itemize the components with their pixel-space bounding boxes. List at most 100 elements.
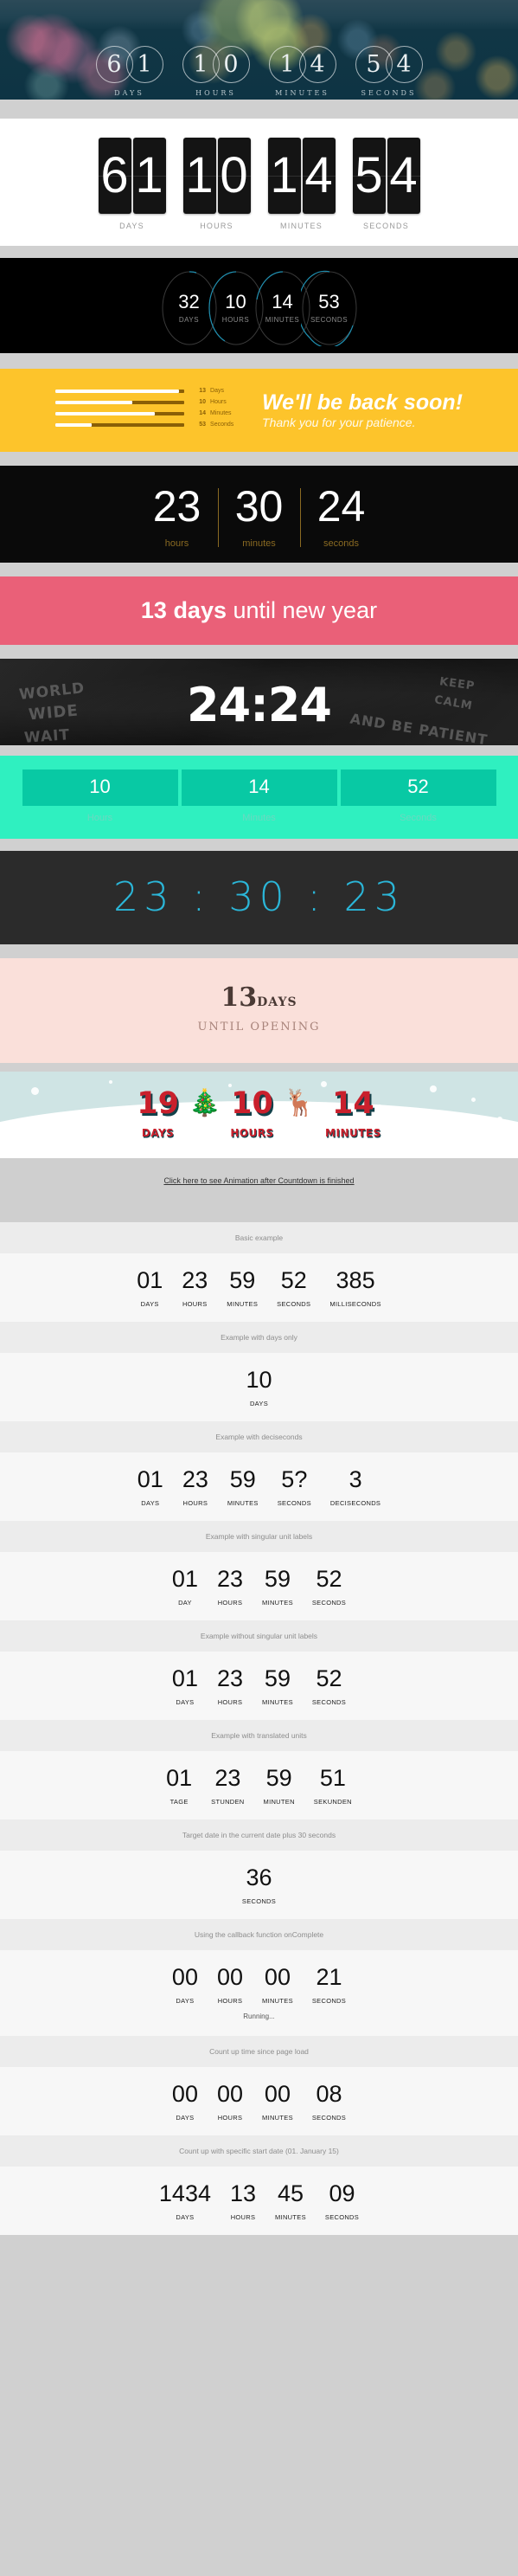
hero-minutes-digits: 1 4 [259,46,346,83]
hero-days-digits: 6 1 [86,46,173,83]
demo-label: SECONDS [311,1698,347,1706]
hero-countdown-row: 6 1 DAYS 1 0 HOURS 1 4 MINUTES 5 4 SECON… [0,46,518,97]
maintenance-message: We'll be back soon! Thank you for your p… [262,390,463,430]
demo-unit: 23 STUNDEN [211,1767,244,1806]
demo-countdown: 10 DAYS [0,1353,518,1421]
demo-label: MINUTES [262,1997,293,2005]
ring-text: 53 SECONDS [301,270,358,346]
flip-digit: 1 [270,147,298,203]
demo-unit: 00 DAYS [171,1964,198,2006]
flip-cards: 6 1 [98,138,167,214]
demo-unit: 59 MINUTES [227,1466,259,1508]
demo-row: 00 DAYS 00 HOURS 00 MINUTES 21 SECONDS [0,1964,518,2006]
demo-title: Example with deciseconds [0,1421,518,1452]
progress-fill [55,422,92,427]
demo-unit: 08 SECONDS [312,2083,346,2122]
demo-unit: 52 SECONDS [312,1568,346,1607]
divider [0,452,518,466]
flip-digit: 1 [185,147,214,203]
demo-label: SECONDS [311,1599,347,1607]
demo-unit: 21 SECONDS [312,1964,346,2006]
flip-card: 5 [352,138,386,214]
countdown-maintenance-yellow: 13 Days 10 Hours 14 Minutes 53 Seconds W… [0,369,518,452]
animation-link[interactable]: Click here to see Animation after Countd… [163,1176,354,1185]
ring-label: SECONDS [310,316,349,324]
rings-row: 32 DAYS 10 HOURS 14 MINUTES 53 SECONDS [0,258,518,346]
demo-label: SECONDS [324,2213,360,2221]
demo-title: Example with days only [0,1322,518,1353]
hero-digit: 1 [125,46,163,83]
flip-unit-seconds: 5 4 SECONDS [352,138,421,230]
thin-unit-hours: 23 hours [136,485,218,549]
demo-value: 45 [277,2180,304,2206]
demo-row: 36 SECONDS [0,1866,518,1906]
demo-countdown: 00 DAYS 00 HOURS 00 MINUTES 08 SECONDS [0,2067,518,2135]
teal-unit-minutes: 14 Minutes [181,770,337,823]
xmas-label: HOURS [230,1127,274,1139]
demo-row: 01 TAGE 23 STUNDEN 59 MINUTEN 51 SEKUNDEN [0,1767,518,1806]
teal-row: 10 Hours 14 Minutes 52 Seconds [0,770,518,823]
demo-label: DAYS [176,2213,195,2221]
demo-label: DAYS [140,1300,159,1308]
hero-unit-minutes: 1 4 MINUTES [259,46,346,97]
thin-value: 30 [234,482,284,531]
demo-label: HOURS [230,2213,256,2221]
snowflake [108,1080,112,1084]
demo-value: 59 [264,1665,291,1691]
demo-label: DAY [178,1599,192,1607]
demo-value: 52 [280,1267,307,1293]
divider [0,839,518,851]
progress-label: Hours [210,399,227,405]
pink-banner-text: 13 days until new year [0,597,518,624]
divider [0,645,518,659]
demo-unit: 01 DAYS [137,1468,163,1508]
teal-box: 52 [340,770,496,806]
demo-unit: 01 DAYS [137,1269,163,1309]
demo-unit: 52 SECONDS [311,1667,347,1707]
divider [0,100,518,119]
demo-value: 00 [171,1964,198,1990]
demo-label: MINUTES [227,1499,259,1507]
progress-value: 53 [199,422,207,428]
demo-label: DAYS [176,1698,195,1706]
progress-row-seconds: 53 Seconds [55,422,250,428]
demo-title: Count up with specific start date (01. J… [0,2135,518,2167]
progress-track [55,411,185,415]
demo-value: 59 [265,1765,292,1791]
progress-track [55,389,185,393]
demo-countdown: 01 DAYS 23 HOURS 59 MINUTES 52 SECONDS [0,1652,518,1720]
flip-digit: 4 [389,147,418,203]
demo-value: 21 [316,1964,342,1990]
hero-label-minutes: MINUTES [275,89,329,97]
demo-unit: 45 MINUTES [275,2180,306,2222]
thin-label: hours [164,538,189,549]
progress-row-days: 13 Days [55,388,250,394]
maintenance-headline: We'll be back soon! [262,390,463,415]
progress-label: Days [210,388,224,394]
xmas-label: MINUTES [325,1127,381,1139]
blush-subtitle: UNTIL OPENING [197,1021,321,1034]
demo-countdown: 1434 DAYS 13 HOURS 45 MINUTES 09 SECONDS [0,2167,518,2235]
snowflake [321,1081,328,1087]
demo-row: 10 DAYS [0,1368,518,1408]
progress-label: Minutes [210,410,232,416]
demo-value: 13 [229,2180,257,2206]
demo-value: 01 [171,1566,198,1592]
demo-value: 59 [264,1566,291,1592]
maintenance-subline: Thank you for your patience. [262,415,416,430]
demo-unit: 01 DAY [172,1568,198,1607]
countdown-pink-banner: 13 days until new year [0,576,518,645]
hero-unit-hours: 1 0 HOURS [173,46,259,97]
ring-unit-seconds: 53 SECONDS [300,270,358,346]
thin-row: 23 hours 30 minutes 24 seconds [0,485,518,549]
demo-value: 23 [216,1566,244,1592]
flip-digit: 1 [135,147,163,203]
demo-label: DAYS [249,1400,269,1407]
flip-label-minutes: MINUTES [280,222,323,230]
demo-unit: 01 DAYS [172,1667,198,1707]
xmas-unit-days: 19 DAYS [137,1089,179,1140]
countdown-digital-cyan: 23 : 30 : 23 [0,851,518,944]
demo-value: 00 [264,2081,291,2107]
hero-label-days: DAYS [114,89,144,97]
demo-value: 59 [229,1466,256,1492]
